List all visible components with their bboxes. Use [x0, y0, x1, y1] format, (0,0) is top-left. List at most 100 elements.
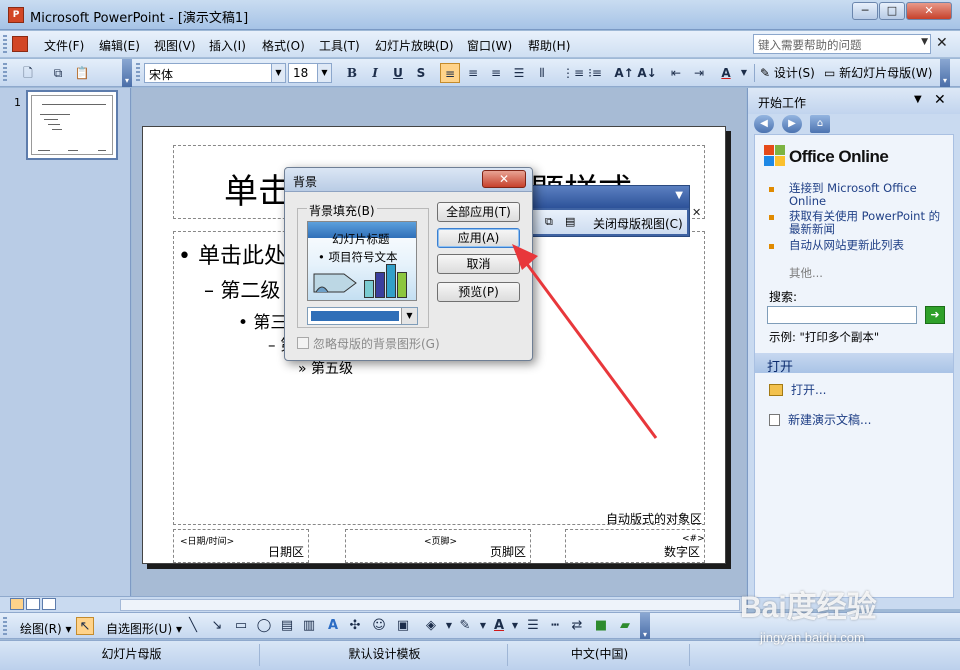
picture-icon[interactable]: ▣ — [394, 617, 412, 635]
shadow-button[interactable]: S — [411, 63, 431, 83]
close-icon[interactable]: ✕ — [934, 92, 946, 108]
slideshow-view-icon[interactable] — [42, 598, 56, 610]
wordart-icon[interactable]: A — [324, 617, 342, 635]
new-document-icon[interactable]: 🗋 — [18, 63, 38, 83]
menu-window[interactable]: 窗口(W) — [467, 37, 512, 54]
menu-edit[interactable]: 编辑(E) — [99, 37, 140, 54]
bold-button[interactable]: B — [342, 63, 362, 83]
line-icon[interactable]: ╲ — [184, 617, 202, 635]
preserve-master-icon[interactable]: ⧉ — [545, 215, 553, 229]
fill-color-icon[interactable]: ◈ — [422, 617, 440, 635]
3d-style-icon[interactable]: ▰ — [616, 617, 634, 635]
decrease-font-icon[interactable]: A↓ — [637, 63, 657, 83]
italic-button[interactable]: I — [365, 63, 385, 83]
slide-thumbnail[interactable] — [26, 90, 118, 160]
design-button[interactable]: ✎ 设计(S) — [760, 64, 815, 81]
rectangle-icon[interactable]: ▭ — [232, 617, 250, 635]
apply-button[interactable]: 应用(A) — [437, 228, 520, 248]
chevron-down-icon[interactable]: ▼ — [914, 94, 922, 105]
fill-color-select[interactable]: ▼ — [307, 307, 418, 325]
oval-icon[interactable]: ◯ — [255, 617, 273, 635]
close-master-view-button[interactable]: 关闭母版视图(C) — [593, 215, 683, 232]
more-link[interactable]: 其他... — [789, 265, 823, 281]
dash-style-icon[interactable]: ┅ — [546, 617, 564, 635]
numbering-icon[interactable]: ⋮≡ — [562, 63, 584, 83]
toolbar-grip[interactable] — [3, 63, 7, 83]
footer-placeholder[interactable]: <页脚> 页脚区 — [345, 529, 531, 563]
maximize-button[interactable]: □ — [879, 2, 905, 20]
diagram-icon[interactable]: ✣ — [346, 617, 364, 635]
preview-button[interactable]: 预览(P) — [437, 282, 520, 302]
chevron-down-icon[interactable]: ▼ — [675, 190, 683, 201]
horizontal-scrollbar[interactable] — [120, 599, 740, 611]
arrow-style-icon[interactable]: ⇄ — [568, 617, 586, 635]
open-file-link[interactable]: 打开... — [769, 381, 826, 398]
menu-slideshow[interactable]: 幻灯片放映(D) — [375, 37, 454, 54]
chevron-down-icon[interactable]: ▼ — [271, 64, 285, 82]
line-style-icon[interactable]: ☰ — [524, 617, 542, 635]
document-icon[interactable] — [12, 36, 28, 52]
toolbar-grip-2[interactable] — [136, 63, 140, 83]
line-color-icon[interactable]: ✎ — [456, 617, 474, 635]
new-presentation-link[interactable]: 新建演示文稿... — [769, 411, 871, 428]
date-placeholder[interactable]: <日期/时间> 日期区 — [173, 529, 309, 563]
underline-button[interactable]: U — [388, 63, 408, 83]
dialog-title-bar[interactable]: 背景 ✕ — [285, 168, 532, 192]
search-go-icon[interactable]: ➜ — [925, 306, 945, 324]
toolbar-overflow-icon[interactable]: ▾ — [122, 59, 132, 87]
slide-number-placeholder[interactable]: <#> 数字区 — [565, 529, 705, 563]
decrease-indent-icon[interactable]: ⇤ — [666, 63, 686, 83]
copy-icon[interactable]: ⧉ — [48, 63, 68, 83]
paste-icon[interactable]: 📋 — [72, 63, 92, 83]
increase-font-icon[interactable]: A↑ — [614, 63, 634, 83]
close-document-icon[interactable]: ✕ — [936, 35, 948, 51]
home-icon[interactable]: ⌂ — [810, 115, 830, 133]
forward-icon[interactable]: ▶ — [782, 115, 802, 133]
justify-icon[interactable]: ☰ — [509, 63, 529, 83]
toolbar-overflow-icon[interactable]: ▾ — [640, 613, 650, 639]
chevron-down-icon[interactable]: ▼ — [734, 63, 754, 83]
master-layout-icon[interactable]: ▤ — [565, 215, 575, 228]
task-pane-search-input[interactable] — [767, 306, 917, 324]
slide-sorter-view-icon[interactable] — [26, 598, 40, 610]
master-toolbar-title[interactable] — [531, 186, 689, 208]
increase-indent-icon[interactable]: ⇥ — [689, 63, 709, 83]
draw-menu-button[interactable]: 绘图(R) ▾ — [20, 620, 72, 637]
link-connect-online[interactable]: 连接到 Microsoft Office Online — [789, 182, 949, 208]
chevron-down-icon[interactable]: ▼ — [506, 617, 524, 635]
menu-help[interactable]: 帮助(H) — [528, 37, 570, 54]
close-window-button[interactable]: ✕ — [906, 2, 952, 20]
close-icon[interactable]: ✕ — [692, 206, 701, 219]
office-online-logo[interactable]: Office Online — [789, 147, 889, 167]
font-color-icon[interactable]: A — [716, 63, 736, 83]
shadow-style-icon[interactable]: ■ — [592, 617, 610, 635]
select-pointer-icon[interactable]: ↖ — [76, 617, 94, 635]
bullets-icon[interactable]: ⁝≡ — [585, 63, 605, 83]
minimize-button[interactable]: ─ — [852, 2, 878, 20]
toolbar-grip[interactable] — [3, 617, 7, 637]
back-icon[interactable]: ◀ — [754, 115, 774, 133]
clipart-icon[interactable]: ☺ — [370, 617, 388, 635]
align-center-icon[interactable]: ≡ — [463, 63, 483, 83]
menu-tools[interactable]: 工具(T) — [319, 37, 360, 54]
chevron-down-icon[interactable]: ▼ — [401, 308, 417, 324]
help-search-input[interactable]: 键入需要帮助的问题 ▼ — [753, 34, 931, 54]
menu-file[interactable]: 文件(F) — [44, 37, 84, 54]
powerpoint-app-icon[interactable]: P — [8, 7, 24, 23]
distribute-icon[interactable]: ⫴ — [532, 63, 552, 83]
autoshapes-menu-button[interactable]: 自选图形(U) ▾ — [106, 620, 182, 637]
chevron-down-icon[interactable]: ▼ — [317, 64, 331, 82]
font-name-select[interactable]: 宋体 ▼ — [144, 63, 286, 83]
dialog-close-button[interactable]: ✕ — [482, 170, 526, 188]
menu-format[interactable]: 格式(O) — [262, 37, 305, 54]
menu-insert[interactable]: 插入(I) — [209, 37, 246, 54]
align-left-icon[interactable]: ≡ — [440, 63, 460, 83]
menubar-grip[interactable] — [3, 35, 7, 54]
toolbar-overflow-icon[interactable]: ▾ — [940, 59, 950, 87]
arrow-icon[interactable]: ↘ — [208, 617, 226, 635]
link-latest-news[interactable]: 获取有关使用 PowerPoint 的最新新闻 — [789, 210, 949, 236]
text-box-icon[interactable]: ▤ — [278, 617, 296, 635]
menu-view[interactable]: 视图(V) — [154, 37, 196, 54]
link-auto-update[interactable]: 自动从网站更新此列表 — [789, 239, 949, 252]
omit-master-graphics-checkbox[interactable] — [297, 337, 309, 349]
